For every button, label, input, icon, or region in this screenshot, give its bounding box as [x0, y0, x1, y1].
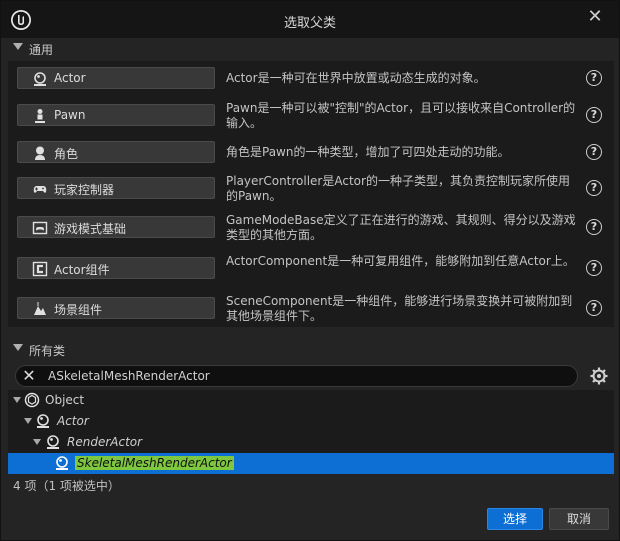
select-button[interactable]: 选择	[487, 508, 543, 530]
collapse-arrow-icon	[13, 43, 23, 50]
class-row-scene-component: 场景组件 SceneComponent是一种组件，能够进行场景变换并可被附加到其…	[8, 291, 614, 327]
expand-arrow-icon[interactable]	[13, 397, 21, 403]
pawn-class-label: Pawn	[54, 108, 86, 122]
search-match-highlight: SkeletalMeshRenderActor	[75, 456, 234, 470]
help-icon[interactable]: ?	[586, 107, 602, 123]
expand-arrow-icon[interactable]	[24, 418, 32, 424]
pick-parent-class-dialog: 选取父类 ✕ 通用 Actor Actor是一种可在世界中放置或动态生成的对象。…	[0, 0, 620, 541]
character-class-description: 角色是Pawn的一种类型，增加了可四处走动的功能。	[226, 145, 510, 159]
gear-icon[interactable]	[589, 366, 609, 386]
pawn-figure-icon	[35, 109, 45, 123]
object-icon	[24, 392, 40, 408]
common-section-header[interactable]: 通用	[1, 38, 619, 60]
class-row-game-mode-base: 游戏模式基础 GameModeBase定义了正在进行的游戏、其规则、得分以及游戏…	[8, 210, 614, 246]
item-count-status: 4 项（1 项被选中）	[13, 479, 120, 493]
expand-arrow-icon[interactable]	[33, 439, 41, 445]
tree-row-render-actor[interactable]: RenderActor	[8, 432, 614, 453]
game-mode-base-class-button[interactable]: 游戏模式基础	[17, 216, 215, 238]
class-row-actor-component: Actor组件 ActorComponent是一种可复用组件，能够附加到任意Ac…	[8, 251, 614, 287]
actor-sphere-icon	[47, 435, 59, 449]
scene-component-class-description: SceneComponent是一种组件，能够进行场景变换并可被附加到其他场景组件…	[226, 294, 573, 323]
tree-row-skeletal-mesh-render-actor[interactable]: SkeletalMeshRenderActor	[8, 453, 614, 474]
tree-item-label-highlighted: SkeletalMeshRenderActor	[75, 456, 234, 470]
actor-component-class-label: Actor组件	[54, 263, 110, 277]
cancel-button[interactable]: 取消	[549, 508, 609, 530]
scene-component-icon	[34, 302, 46, 315]
help-icon[interactable]: ?	[586, 70, 602, 86]
pawn-class-description: Pawn是一种可以被"控制"的Actor，且可以接收来自Controller的输…	[226, 101, 576, 130]
tree-item-label: Object	[45, 393, 85, 407]
help-icon[interactable]: ?	[586, 180, 602, 196]
dialog-title: 选取父类	[283, 16, 336, 31]
game-mode-icon	[32, 221, 48, 235]
actor-class-label: Actor	[54, 71, 86, 85]
tree-item-label: RenderActor	[67, 435, 143, 449]
common-classes-panel: Actor Actor是一种可在世界中放置或动态生成的对象。 ? Pawn Pa…	[8, 61, 614, 327]
collapse-arrow-icon	[13, 344, 23, 351]
class-tree: Object Actor RenderActor SkeletalMeshRen…	[8, 390, 614, 474]
class-row-pawn: Pawn Pawn是一种可以被"控制"的Actor，且可以接收来自Control…	[8, 98, 614, 134]
clear-search-icon[interactable]: ✕	[21, 368, 37, 384]
character-class-label: 角色	[54, 147, 79, 161]
help-icon[interactable]: ?	[586, 260, 602, 276]
help-icon[interactable]: ?	[586, 300, 602, 316]
actor-component-class-description: ActorComponent是一种可复用组件，能够附加到任意Actor上。	[226, 254, 575, 268]
character-icon	[35, 146, 45, 160]
class-row-player-controller: 玩家控制器 PlayerController是Actor的一种子类型，其负责控制…	[8, 171, 614, 207]
title-bar: 选取父类 ✕	[1, 1, 619, 38]
all-classes-section-title: 所有类	[29, 344, 66, 358]
class-search-input[interactable]	[48, 368, 568, 384]
actor-component-icon	[32, 261, 48, 277]
help-icon[interactable]: ?	[586, 144, 602, 160]
character-class-button[interactable]: 角色	[17, 141, 215, 163]
tree-item-label: Actor	[57, 414, 89, 428]
player-controller-class-button[interactable]: 玩家控制器	[17, 177, 215, 199]
actor-class-button[interactable]: Actor	[17, 67, 215, 89]
class-row-character: 角色 角色是Pawn的一种类型，增加了可四处走动的功能。 ?	[8, 135, 614, 171]
common-section-title: 通用	[29, 43, 54, 57]
actor-sphere-icon	[56, 456, 68, 470]
scene-component-class-button[interactable]: 场景组件	[17, 297, 215, 319]
game-mode-base-class-label: 游戏模式基础	[54, 222, 127, 236]
class-search-box[interactable]: ✕	[15, 365, 578, 387]
tree-row-object[interactable]: Object	[8, 390, 614, 411]
actor-component-class-button[interactable]: Actor组件	[17, 257, 215, 279]
pawn-class-button[interactable]: Pawn	[17, 104, 215, 126]
gamepad-icon	[33, 186, 47, 193]
tree-row-actor[interactable]: Actor	[8, 411, 614, 432]
actor-sphere-icon	[37, 414, 49, 428]
all-classes-section-header[interactable]: 所有类	[1, 339, 619, 361]
class-row-actor: Actor Actor是一种可在世界中放置或动态生成的对象。 ?	[8, 61, 614, 97]
help-icon[interactable]: ?	[586, 219, 602, 235]
actor-sphere-icon	[34, 72, 46, 86]
game-mode-base-class-description: GameModeBase定义了正在进行的游戏、其规则、得分以及游戏类型的其他方面…	[226, 213, 576, 242]
scene-component-class-label: 场景组件	[54, 303, 103, 317]
player-controller-class-label: 玩家控制器	[54, 183, 115, 197]
player-controller-class-description: PlayerController是Actor的一种子类型，其负责控制玩家所使用的…	[226, 174, 570, 203]
actor-class-description: Actor是一种可在世界中放置或动态生成的对象。	[226, 71, 486, 85]
close-icon[interactable]: ✕	[585, 7, 605, 27]
